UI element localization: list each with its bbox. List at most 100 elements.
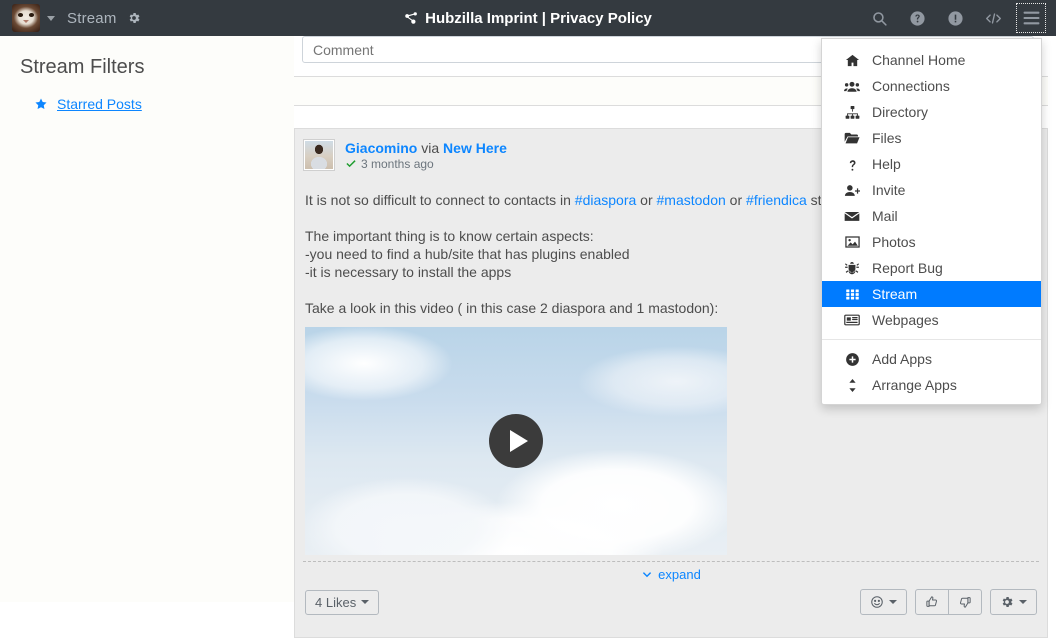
newspaper-icon <box>844 313 860 327</box>
home-icon <box>844 53 860 68</box>
users-icon <box>844 79 860 94</box>
menu-item-mail[interactable]: Mail <box>822 203 1041 229</box>
post-text: or <box>725 192 747 208</box>
menu-divider <box>822 339 1041 340</box>
caret-down-icon <box>889 600 897 604</box>
post-text: It is not so difficult to connect to con… <box>305 192 575 208</box>
post-channel-link[interactable]: New Here <box>443 140 507 156</box>
menu-item-arrange-apps[interactable]: Arrange Apps <box>822 372 1041 398</box>
caret-down-icon <box>1019 600 1027 604</box>
envelope-icon <box>844 210 860 223</box>
menu-item-label: Webpages <box>872 312 939 328</box>
star-icon <box>34 97 48 111</box>
menu-item-label: Directory <box>872 104 929 120</box>
menu-item-stream[interactable]: Stream <box>822 281 1041 307</box>
menu-item-label: Mail <box>872 208 898 224</box>
dislike-button[interactable] <box>948 589 982 615</box>
hamburger-menu-icon[interactable] <box>1016 3 1046 33</box>
menu-item-channel-home[interactable]: Channel Home <box>822 47 1041 73</box>
hashtag-link[interactable]: #friendica <box>746 192 807 208</box>
post-line: -you need to find a hub/site that has pl… <box>305 246 630 262</box>
post-text: st <box>806 192 822 208</box>
page-title-text: Hubzilla Imprint | Privacy Policy <box>425 9 652 27</box>
user-plus-icon <box>844 183 860 198</box>
sidebar: Stream Filters Starred Posts <box>0 36 294 602</box>
sort-icon <box>844 378 860 393</box>
chevron-down-icon <box>641 569 653 581</box>
navbar-left-group: Stream <box>0 4 141 32</box>
post-timestamp-line: 3 months ago <box>345 157 507 171</box>
menu-item-files[interactable]: Files <box>822 125 1041 151</box>
emoji-button[interactable] <box>860 589 907 615</box>
menu-item-label: Channel Home <box>872 52 966 68</box>
sidebar-title: Stream Filters <box>20 56 145 78</box>
likes-label: 4 Likes <box>315 594 357 610</box>
thumbs-up-icon <box>925 595 939 609</box>
vote-button-group <box>915 589 982 615</box>
search-icon[interactable] <box>864 3 894 33</box>
like-button[interactable] <box>915 589 949 615</box>
menu-item-label: Files <box>872 130 902 146</box>
thumbs-down-icon <box>958 595 972 609</box>
avatar[interactable] <box>303 139 335 171</box>
menu-item-label: Report Bug <box>872 260 943 276</box>
chevron-down-icon[interactable] <box>47 15 55 21</box>
post-line: The important thing is to know certain a… <box>305 228 594 244</box>
question-icon <box>844 157 860 172</box>
post-author-line: Giacomino via New Here <box>345 140 507 156</box>
menu-item-add-apps[interactable]: Add Apps <box>822 346 1041 372</box>
caret-down-icon <box>361 600 370 604</box>
expand-label: expand <box>658 567 701 582</box>
gear-icon[interactable] <box>127 11 141 25</box>
post-text: or <box>636 192 657 208</box>
cat-avatar[interactable] <box>12 4 40 32</box>
menu-item-photos[interactable]: Photos <box>822 229 1041 255</box>
hashtag-link[interactable]: #mastodon <box>657 192 726 208</box>
navbar-stream-label[interactable]: Stream <box>67 10 117 27</box>
settings-button[interactable] <box>990 589 1037 615</box>
post-footer: 4 Likes <box>303 589 1039 623</box>
info-icon[interactable] <box>940 3 970 33</box>
expand-link[interactable]: expand <box>641 567 701 582</box>
code-icon[interactable] <box>978 3 1008 33</box>
hashtag-link[interactable]: #diaspora <box>575 192 637 208</box>
post-via-word: via <box>421 140 440 156</box>
navbar-right-group <box>860 0 1050 36</box>
video-thumbnail[interactable] <box>305 327 727 555</box>
image-icon <box>844 235 860 249</box>
post-author-link[interactable]: Giacomino <box>345 140 417 156</box>
folder-open-icon <box>844 131 860 145</box>
settings-button-group <box>990 589 1037 615</box>
check-icon <box>345 158 357 170</box>
plus-circle-icon <box>844 352 860 367</box>
menu-item-invite[interactable]: Invite <box>822 177 1041 203</box>
post-action-buttons <box>852 589 1037 615</box>
menu-item-report-bug[interactable]: Report Bug <box>822 255 1041 281</box>
sitemap-icon <box>844 105 860 120</box>
app-menu-dropdown: Channel Home Connections Directory Files Hel… <box>821 38 1042 405</box>
sidebar-item-label: Starred Posts <box>57 96 142 112</box>
post-line: Take a look in this video ( in this case… <box>305 300 719 316</box>
menu-item-connections[interactable]: Connections <box>822 73 1041 99</box>
gear-icon <box>1000 595 1014 609</box>
menu-item-label: Stream <box>872 286 918 302</box>
share-nodes-icon <box>404 11 419 26</box>
menu-item-label: Invite <box>872 182 906 198</box>
smiley-icon <box>870 595 884 609</box>
menu-item-label: Arrange Apps <box>872 377 957 393</box>
menu-item-webpages[interactable]: Webpages <box>822 307 1041 333</box>
menu-item-help[interactable]: Help <box>822 151 1041 177</box>
emoji-button-group <box>860 589 907 615</box>
play-icon[interactable] <box>489 414 543 468</box>
help-icon[interactable] <box>902 3 932 33</box>
sidebar-item-starred-posts[interactable]: Starred Posts <box>20 93 274 115</box>
menu-item-label: Help <box>872 156 901 172</box>
post-meta: Giacomino via New Here 3 months ago <box>345 139 507 171</box>
grid-icon <box>844 287 860 302</box>
menu-item-directory[interactable]: Directory <box>822 99 1041 125</box>
post-timestamp: 3 months ago <box>361 157 434 171</box>
bug-icon <box>844 261 860 276</box>
post-line: -it is necessary to install the apps <box>305 264 512 280</box>
expand-row: expand <box>303 561 1039 583</box>
likes-button[interactable]: 4 Likes <box>305 589 380 615</box>
